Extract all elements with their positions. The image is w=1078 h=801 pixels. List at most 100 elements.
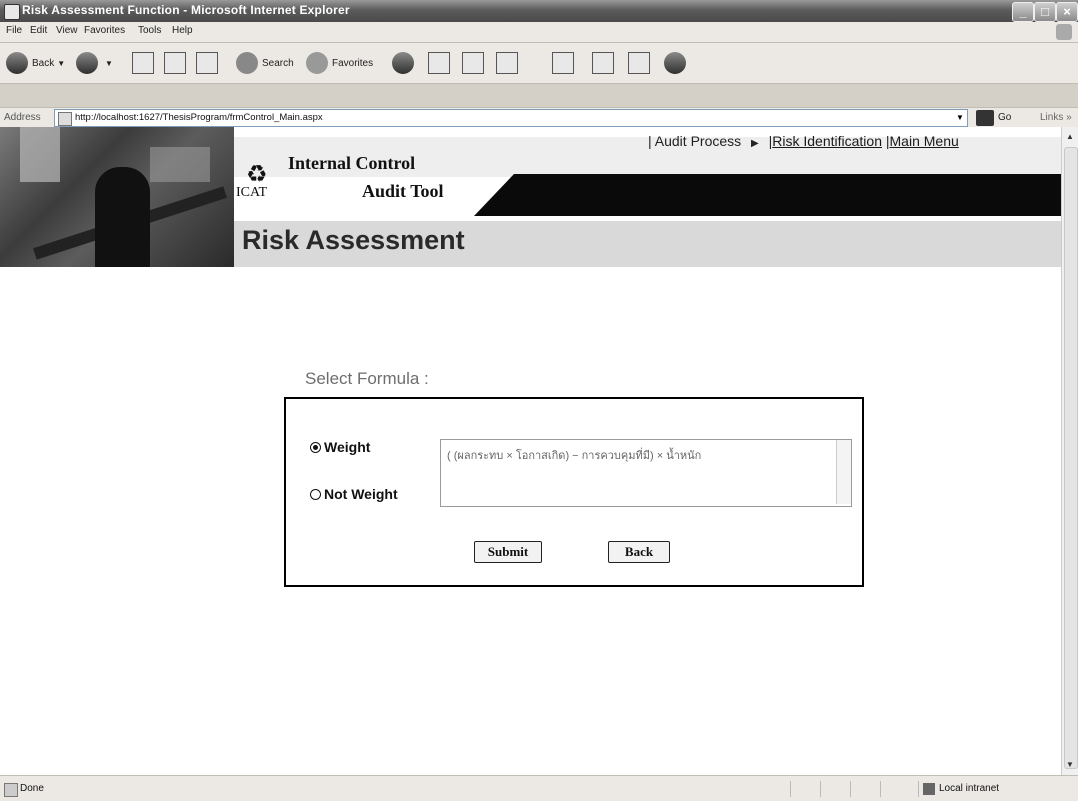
links-button[interactable]: Links » — [1040, 112, 1072, 123]
bluetooth-icon — [664, 52, 686, 74]
nav-separator: | — [648, 133, 652, 149]
go-arrow-icon[interactable] — [976, 110, 994, 126]
history-button[interactable] — [392, 51, 418, 75]
address-label: Address — [4, 112, 41, 123]
home-button[interactable] — [196, 51, 218, 75]
maximize-button[interactable]: □ — [1034, 2, 1056, 22]
home-icon — [196, 52, 218, 74]
back-label: Back — [32, 57, 55, 69]
research-button[interactable] — [628, 51, 650, 75]
menu-favorites[interactable]: Favorites — [84, 25, 125, 36]
radio-not-weight-label: Not Weight — [324, 486, 398, 502]
zone-text: Local intranet — [939, 783, 1000, 794]
arrow-right-icon: ▶ — [751, 138, 759, 149]
radio-not-weight[interactable]: Not Weight — [310, 486, 398, 502]
status-bar: Done Local intranet — [0, 775, 1078, 801]
go-button[interactable]: Go — [998, 112, 1011, 123]
site-title-line2: Audit Tool — [362, 181, 444, 201]
menu-bar: File Edit View Favorites Tools Help — [0, 22, 1078, 43]
status-text: Done — [20, 783, 44, 794]
header-photo — [0, 127, 234, 267]
refresh-icon — [164, 52, 186, 74]
search-label: Search — [262, 57, 294, 69]
photo-window — [150, 147, 210, 182]
site-title-line1: Internal Control — [288, 153, 416, 173]
address-url: http://localhost:1627/ThesisProgram/frmC… — [75, 112, 323, 123]
radio-weight[interactable]: Weight — [310, 439, 370, 455]
forward-button[interactable]: ▼ — [76, 51, 113, 75]
print-icon — [462, 52, 484, 74]
mail-button[interactable] — [428, 51, 450, 75]
nav-audit-process: Audit Process — [654, 133, 742, 149]
minimize-button[interactable]: _ — [1012, 2, 1034, 22]
site-acronym: ICAT — [236, 185, 268, 200]
address-bar: Address http://localhost:1627/ThesisProg… — [0, 107, 1078, 129]
search-button[interactable]: Search — [236, 51, 294, 75]
menu-file[interactable]: File — [6, 25, 22, 36]
close-button[interactable]: × — [1056, 2, 1078, 22]
submit-button[interactable]: Submit — [474, 541, 542, 563]
messenger-icon — [592, 52, 614, 74]
page-icon — [58, 112, 72, 126]
search-icon — [236, 52, 258, 74]
star-icon — [306, 52, 328, 74]
edit-icon — [496, 52, 518, 74]
page-done-icon — [4, 783, 18, 797]
scroll-up-icon[interactable]: ▲ — [1063, 129, 1077, 145]
favorites-label: Favorites — [332, 57, 374, 69]
favorites-button[interactable]: Favorites — [306, 51, 373, 75]
formula-textarea[interactable]: ( (ผลกระทบ × โอกาสเกิด) − การควบคุมที่มี… — [440, 439, 852, 507]
scroll-thumb[interactable] — [1064, 147, 1078, 769]
recycle-logo-icon: ♻ — [246, 161, 268, 188]
edit-button[interactable] — [496, 51, 518, 75]
web-content: ♻ Internal Control ICAT Audit Tool | Aud… — [0, 127, 1061, 775]
link-risk-identification[interactable]: Risk Identification — [772, 133, 882, 149]
history-icon — [392, 52, 414, 74]
link-main-menu[interactable]: Main Menu — [890, 133, 959, 149]
breadcrumb: | Audit Process ▶ |Risk Identification |… — [648, 133, 959, 149]
menu-edit[interactable]: Edit — [30, 25, 47, 36]
forward-arrow-icon — [76, 52, 98, 74]
status-pane — [790, 781, 819, 797]
menu-help[interactable]: Help — [172, 25, 193, 36]
back-arrow-icon — [6, 52, 28, 74]
window-title-bar: Risk Assessment Function - Microsoft Int… — [0, 0, 1078, 22]
windows-logo-icon — [1056, 24, 1072, 40]
refresh-button[interactable] — [164, 51, 186, 75]
formula-form: Weight Not Weight ( (ผลกระทบ × โอกาสเกิด… — [284, 397, 864, 587]
back-form-button[interactable]: Back — [608, 541, 670, 563]
textarea-scrollbar[interactable] — [836, 440, 851, 504]
print-button[interactable] — [462, 51, 484, 75]
mail-icon — [428, 52, 450, 74]
research-icon — [628, 52, 650, 74]
back-button[interactable]: Back ▼ — [6, 51, 65, 75]
menu-tools[interactable]: Tools — [138, 25, 161, 36]
header-dark-band — [474, 174, 1061, 216]
photo-person — [95, 167, 150, 267]
intranet-icon — [923, 783, 935, 795]
ie-page-icon — [4, 4, 20, 20]
address-input[interactable]: http://localhost:1627/ThesisProgram/frmC… — [54, 109, 968, 127]
status-pane — [820, 781, 849, 797]
discuss-icon — [552, 52, 574, 74]
chevron-down-icon: ▼ — [57, 58, 66, 68]
stop-button[interactable] — [132, 51, 154, 75]
formula-text: ( (ผลกระทบ × โอกาสเกิด) − การควบคุมที่มี… — [447, 450, 702, 462]
status-pane — [880, 781, 909, 797]
scroll-down-icon[interactable]: ▼ — [1063, 757, 1077, 773]
radio-weight-label: Weight — [324, 439, 371, 455]
messenger-button[interactable] — [592, 51, 614, 75]
radio-selected-icon[interactable] — [310, 441, 321, 453]
security-zone: Local intranet — [918, 781, 1069, 797]
bluetooth-button[interactable] — [664, 51, 690, 75]
radio-unselected-icon[interactable] — [310, 488, 321, 500]
window-title: Risk Assessment Function - Microsoft Int… — [22, 3, 350, 17]
form-title: Select Formula : — [305, 369, 429, 388]
chevron-down-icon[interactable]: ▼ — [953, 110, 967, 126]
toolbar: Back ▼ ▼ Search Favorites — [0, 43, 1078, 84]
page-scrollbar[interactable]: ▲ ▼ — [1061, 127, 1078, 775]
page-title: Risk Assessment — [242, 225, 465, 255]
status-pane — [850, 781, 879, 797]
menu-view[interactable]: View — [56, 25, 78, 36]
discuss-button[interactable] — [552, 51, 574, 75]
